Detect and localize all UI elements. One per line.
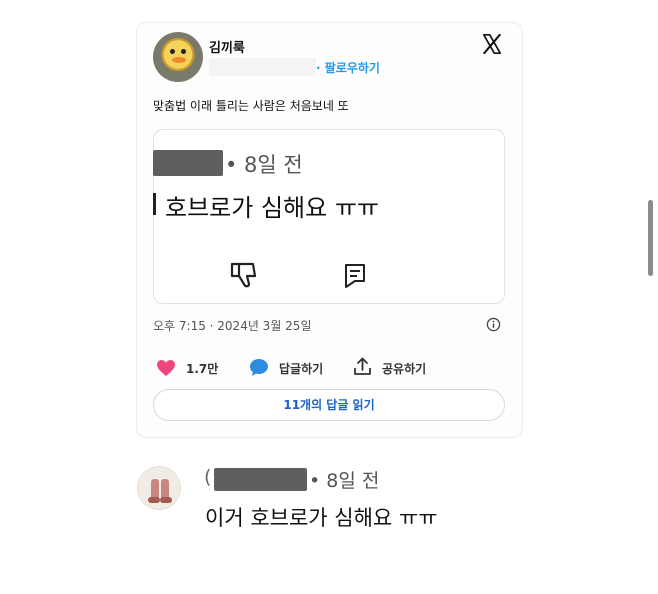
- follow-button[interactable]: · 팔로우하기: [316, 59, 380, 76]
- avatar-duck-eye-left: [170, 49, 175, 54]
- comment-icon[interactable]: [343, 262, 367, 288]
- comment-time: • 8일 전: [309, 470, 380, 492]
- comment-handle-prefix: (: [204, 466, 212, 488]
- info-icon[interactable]: [486, 317, 501, 332]
- read-replies-button[interactable]: 11개의 답글 읽기: [153, 389, 505, 421]
- avatar-duck-bill: [172, 57, 186, 63]
- comment-text: 이거 호브로가 심해요 ㅠㅠ: [205, 506, 438, 530]
- text-cursor: [153, 193, 156, 215]
- like-count: 1.7만: [186, 362, 219, 376]
- quoted-text: 호브로가 심해요 ㅠㅠ: [165, 194, 379, 222]
- share-icon[interactable]: [353, 357, 372, 376]
- heart-icon[interactable]: [156, 359, 176, 377]
- thumbs-down-icon[interactable]: [229, 261, 261, 289]
- x-logo-icon[interactable]: [481, 33, 503, 55]
- comment-redacted-name: [214, 468, 307, 491]
- scrollbar[interactable]: [648, 200, 653, 276]
- handle-redacted: [209, 58, 316, 76]
- reply-button[interactable]: 답글하기: [279, 360, 323, 377]
- avatar-boot-left: [148, 497, 160, 503]
- avatar-boot-right: [160, 497, 172, 503]
- tweet-text: 맞춤법 이래 틀리는 사람은 처음보네 또: [153, 99, 349, 113]
- avatar-duck-eye-right: [181, 49, 186, 54]
- avatar[interactable]: [153, 32, 203, 82]
- quoted-time: • 8일 전: [225, 153, 303, 177]
- redacted-name: [153, 150, 223, 176]
- comment-avatar[interactable]: [137, 466, 181, 510]
- post-timestamp: 오후 7:15 · 2024년 3월 25일: [153, 319, 312, 333]
- username[interactable]: 김끼룩: [209, 37, 245, 56]
- reply-bubble-icon[interactable]: [249, 358, 269, 377]
- share-button[interactable]: 공유하기: [382, 360, 426, 377]
